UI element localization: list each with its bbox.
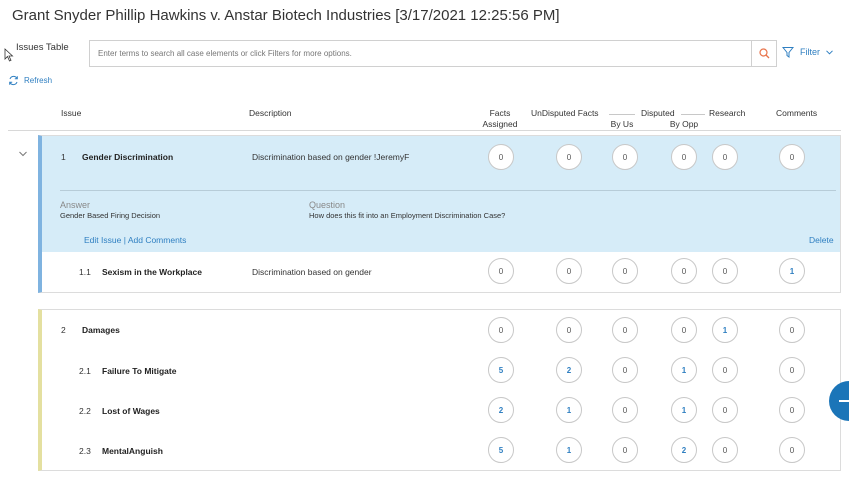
chevron-down-icon — [826, 49, 833, 55]
disputed-by-us-count[interactable]: 0 — [612, 317, 638, 343]
comments-count[interactable]: 0 — [779, 397, 805, 423]
sub-issue-name[interactable]: Lost of Wages — [102, 406, 160, 416]
sub-issue-name[interactable]: Sexism in the Workplace — [102, 267, 202, 277]
answer-label: Answer — [60, 200, 91, 210]
disputed-by-us-count[interactable]: 0 — [612, 357, 638, 383]
facts-assigned-count[interactable]: 0 — [488, 258, 514, 284]
row-divider — [60, 190, 836, 191]
undisputed-facts-count[interactable]: 2 — [556, 357, 582, 383]
disputed-by-opp-count[interactable]: 2 — [671, 437, 697, 463]
research-count[interactable]: 0 — [712, 357, 738, 383]
search-icon — [758, 48, 769, 59]
col-header-facts-line1: Facts — [489, 108, 511, 118]
research-count[interactable]: 0 — [712, 437, 738, 463]
facts-assigned-count[interactable]: 0 — [488, 317, 514, 343]
search-button[interactable] — [751, 41, 776, 66]
research-count[interactable]: 0 — [712, 144, 738, 170]
col-header-comments[interactable]: Comments — [776, 108, 817, 119]
facts-assigned-count[interactable]: 5 — [488, 357, 514, 383]
comments-count[interactable]: 0 — [779, 357, 805, 383]
refresh-label: Refresh — [24, 76, 53, 85]
sub-issue-number: 1.1 — [79, 267, 91, 277]
research-count[interactable]: 1 — [712, 317, 738, 343]
issue-number: 2 — [61, 325, 66, 335]
disputed-by-opp-count[interactable]: 0 — [671, 144, 697, 170]
disputed-by-us-count[interactable]: 0 — [612, 258, 638, 284]
issue-description: Discrimination based on gender !JeremyF — [252, 152, 410, 162]
issue-name[interactable]: Gender Discrimination — [82, 152, 173, 162]
research-count[interactable]: 0 — [712, 258, 738, 284]
facts-assigned-count[interactable]: 2 — [488, 397, 514, 423]
comments-count[interactable]: 1 — [779, 258, 805, 284]
question-label: Question — [309, 200, 346, 210]
facts-assigned-count[interactable]: 0 — [488, 144, 514, 170]
search-input[interactable] — [90, 41, 752, 66]
sub-issue-number: 2.1 — [79, 366, 91, 376]
header-divider — [681, 114, 705, 115]
comments-count[interactable]: 0 — [779, 437, 805, 463]
search-box — [89, 40, 777, 67]
col-header-by-opp[interactable]: By Opp — [667, 119, 701, 130]
header-rule — [8, 130, 841, 131]
disputed-by-opp-count[interactable]: 1 — [671, 397, 697, 423]
refresh-icon — [9, 75, 18, 86]
undisputed-facts-count[interactable]: 0 — [556, 258, 582, 284]
col-header-issue[interactable]: Issue — [61, 108, 81, 119]
comments-count[interactable]: 0 — [779, 144, 805, 170]
comments-count[interactable]: 0 — [779, 317, 805, 343]
issues-table-label: Issues Table — [16, 42, 69, 53]
collapse-chevron-icon[interactable] — [18, 150, 28, 158]
col-header-description[interactable]: Description — [249, 108, 292, 119]
col-header-undisputed[interactable]: UnDisputed Facts — [531, 108, 599, 119]
undisputed-facts-count[interactable]: 1 — [556, 437, 582, 463]
col-header-facts-line2: Assigned — [482, 119, 518, 129]
delete-link[interactable]: Delete — [809, 235, 834, 245]
filter-button[interactable]: Filter — [782, 46, 833, 58]
sub-issue-name[interactable]: MentalAnguish — [102, 446, 163, 456]
col-header-by-us[interactable]: By Us — [609, 119, 635, 130]
research-count[interactable]: 0 — [712, 397, 738, 423]
undisputed-facts-count[interactable]: 0 — [556, 317, 582, 343]
issue-number: 1 — [61, 152, 66, 162]
facts-assigned-count[interactable]: 5 — [488, 437, 514, 463]
disputed-by-opp-count[interactable]: 0 — [671, 317, 697, 343]
sub-issue-name[interactable]: Failure To Mitigate — [102, 366, 176, 376]
issue-name[interactable]: Damages — [82, 325, 120, 335]
disputed-by-opp-count[interactable]: 0 — [671, 258, 697, 284]
disputed-by-us-count[interactable]: 0 — [612, 144, 638, 170]
link-separator: | — [123, 235, 126, 245]
col-header-research[interactable]: Research — [709, 108, 745, 119]
page-title: Grant Snyder Phillip Hawkins v. Anstar B… — [12, 7, 560, 24]
sub-issue-number: 2.3 — [79, 446, 91, 456]
filter-funnel-icon — [782, 47, 794, 58]
filter-label: Filter — [800, 47, 820, 57]
header-divider — [609, 114, 635, 115]
col-header-disputed[interactable]: Disputed — [641, 108, 675, 119]
sub-issue-description: Discrimination based on gender — [252, 267, 372, 277]
question-value: How does this fit into an Employment Dis… — [309, 211, 506, 220]
sub-issue-number: 2.2 — [79, 406, 91, 416]
undisputed-facts-count[interactable]: 0 — [556, 144, 582, 170]
disputed-by-opp-count[interactable]: 1 — [671, 357, 697, 383]
add-comments-link[interactable]: Add Comments — [128, 235, 187, 245]
refresh-button[interactable]: Refresh — [8, 75, 52, 86]
disputed-by-us-count[interactable]: 0 — [612, 437, 638, 463]
issue-action-links: Edit Issue | Add Comments — [84, 235, 186, 245]
col-header-facts-assigned[interactable]: Facts Assigned — [478, 108, 522, 130]
mouse-cursor-icon — [4, 48, 14, 62]
answer-value: Gender Based Firing Decision — [60, 211, 161, 220]
disputed-by-us-count[interactable]: 0 — [612, 397, 638, 423]
undisputed-facts-count[interactable]: 1 — [556, 397, 582, 423]
edit-issue-link[interactable]: Edit Issue — [84, 235, 121, 245]
